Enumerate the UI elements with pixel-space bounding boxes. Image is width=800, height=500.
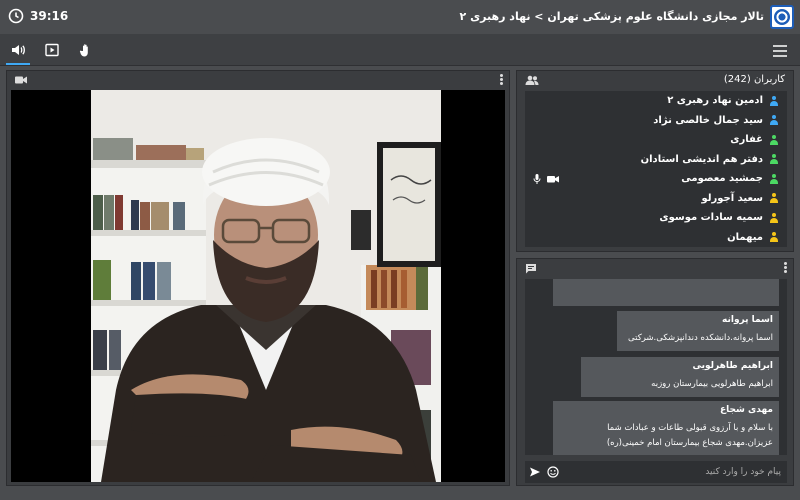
user-row[interactable]: دفتر هم اندیشی استادان	[525, 150, 787, 170]
user-media-controls	[533, 174, 559, 184]
chat-messages: اسما پروانه اسما پروانه.دانشکده دندانپزش…	[525, 279, 787, 455]
users-count-title: کاربران (242)	[723, 74, 785, 85]
speaker-button[interactable]	[6, 40, 30, 65]
user-name: سعید آجورلو	[701, 192, 763, 204]
send-icon[interactable]	[529, 466, 541, 478]
users-panel: کاربران (242) ادمین نهاد رهبری ۲ سید جما…	[516, 70, 794, 252]
message-author: اسما پروانه	[722, 315, 773, 325]
chat-panel-header	[517, 259, 793, 277]
hand-icon	[79, 44, 88, 57]
message-author: مهدی شجاع	[720, 405, 773, 415]
raise-hand-button[interactable]	[76, 40, 96, 60]
user-row[interactable]: سمیه سادات موسوی	[525, 208, 787, 228]
user-icon	[769, 212, 779, 223]
user-icon	[769, 115, 779, 126]
room-title: تالار مجازی دانشگاه علوم پزشکی تهران > ن…	[459, 10, 764, 23]
camera-icon[interactable]	[547, 174, 559, 184]
users-list: ادمین نهاد رهبری ۲ سید جمال خالصی نژاد غ…	[525, 91, 787, 247]
user-row[interactable]: سعید آجورلو	[525, 189, 787, 209]
user-name: جمشید معصومی	[681, 173, 763, 185]
camera-icon	[15, 76, 27, 84]
user-name: سید جمال خالصی نژاد	[653, 114, 763, 126]
message-text: با سلام و با آرزوی قبولی طاعات و عبادات …	[606, 423, 773, 448]
screen-share-button[interactable]	[42, 40, 62, 60]
user-name: دفتر هم اندیشی استادان	[640, 153, 763, 165]
user-icon	[769, 95, 779, 106]
university-logo	[770, 5, 794, 29]
chat-message: مهدی شجاع با سلام و با آرزوی قبولی طاعات…	[553, 401, 779, 455]
speaker-video-feed	[91, 90, 441, 482]
session-timer: 39:16	[8, 8, 68, 24]
message-text: اسما پروانه.دانشکده دندانپزشکی.شرکتی	[628, 333, 773, 343]
chat-message: اسما پروانه اسما پروانه.دانشکده دندانپزش…	[617, 311, 779, 351]
hamburger-menu-button[interactable]	[772, 43, 788, 57]
clock-icon	[8, 8, 24, 24]
chat-icon	[526, 264, 536, 274]
toolbar	[0, 34, 800, 66]
video-stage	[11, 90, 505, 482]
chat-message-partial	[553, 279, 779, 306]
play-screen-icon	[45, 43, 59, 57]
user-name: ادمین نهاد رهبری ۲	[667, 95, 763, 107]
user-icon	[769, 154, 779, 165]
user-name: سمیه سادات موسوی	[659, 212, 763, 224]
video-options-button[interactable]	[500, 74, 503, 85]
user-icon	[769, 193, 779, 204]
user-icon	[769, 232, 779, 243]
message-author: ابراهیم طاهرلویی	[692, 361, 773, 371]
top-bar: 39:16 تالار مجازی دانشگاه علوم پزشکی تهر…	[0, 0, 800, 34]
user-row[interactable]: سید جمال خالصی نژاد	[525, 111, 787, 131]
chat-message-input[interactable]	[581, 464, 781, 480]
users-group-icon	[525, 75, 539, 85]
chat-panel: اسما پروانه اسما پروانه.دانشکده دندانپزش…	[516, 258, 794, 486]
video-panel	[6, 70, 510, 486]
user-row[interactable]: میهمان	[525, 228, 787, 248]
chat-composer	[525, 461, 787, 483]
user-name: غفاری	[730, 134, 763, 146]
users-panel-header: کاربران (242)	[517, 71, 793, 89]
user-name: میهمان	[727, 231, 763, 243]
user-icon	[769, 173, 779, 184]
chat-message: ابراهیم طاهرلویی ابراهیم طاهرلویی بیمارس…	[581, 357, 779, 397]
emoji-icon[interactable]	[547, 466, 559, 478]
user-icon	[769, 134, 779, 145]
timer-text: 39:16	[30, 9, 69, 23]
speaker-icon	[12, 45, 25, 55]
user-row[interactable]: جمشید معصومی	[525, 169, 787, 189]
user-row[interactable]: غفاری	[525, 130, 787, 150]
message-text: ابراهیم طاهرلویی بیمارستان روزبه	[651, 379, 773, 389]
menu-icon	[773, 45, 787, 57]
chat-options-button[interactable]	[784, 262, 787, 273]
user-row[interactable]: ادمین نهاد رهبری ۲	[525, 91, 787, 111]
video-panel-header	[7, 71, 509, 89]
microphone-icon[interactable]	[533, 174, 541, 184]
